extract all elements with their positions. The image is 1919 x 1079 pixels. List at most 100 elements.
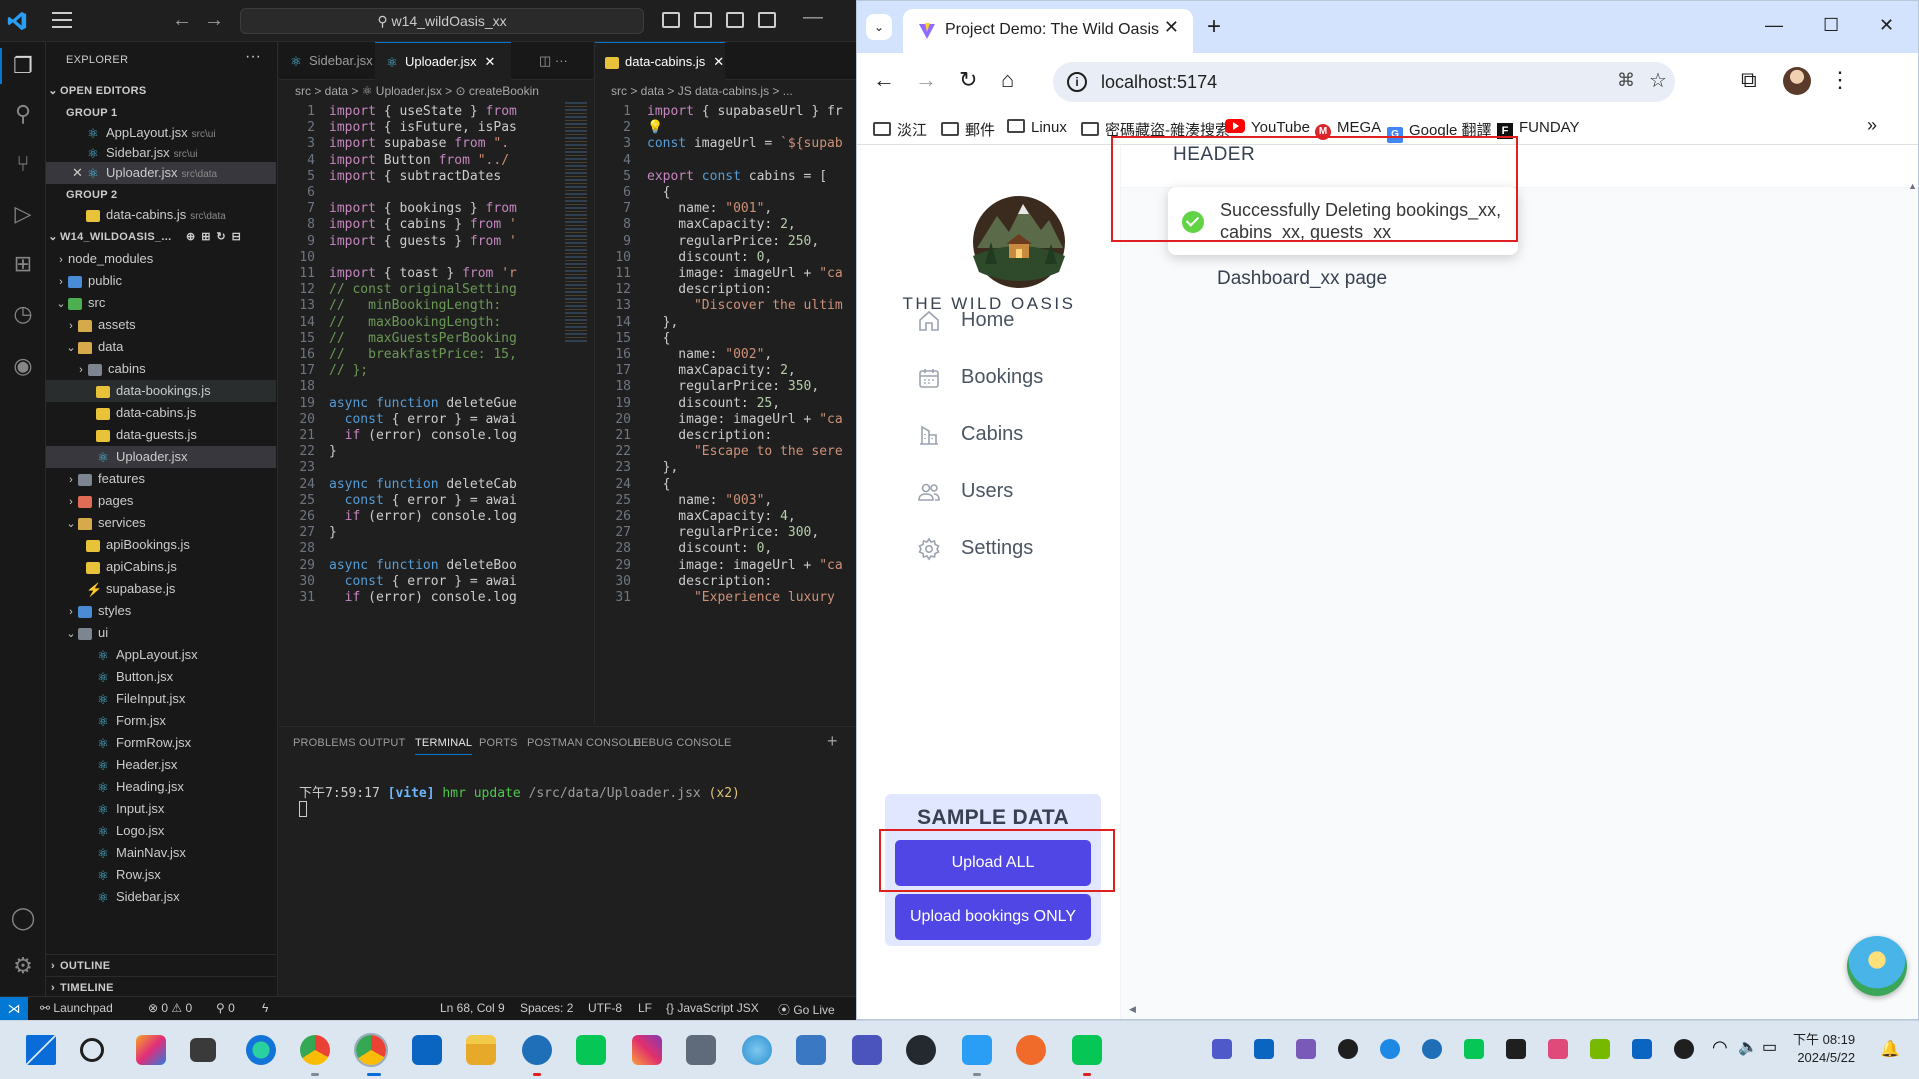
- onenote-tray-icon[interactable]: [1296, 1039, 1316, 1059]
- open-file-data-cabins[interactable]: data-cabins.js src\data: [46, 204, 276, 226]
- nav-users[interactable]: Users: [917, 472, 1107, 512]
- network-app-icon[interactable]: [742, 1035, 772, 1065]
- browser-tab[interactable]: Project Demo: The Wild Oasis ✕: [903, 9, 1193, 53]
- panel-tab-output[interactable]: OUTPUT: [359, 737, 405, 749]
- grammarly-tray-icon[interactable]: [1338, 1039, 1358, 1059]
- clock-app-icon[interactable]: [522, 1035, 552, 1065]
- forward-arrow-icon[interactable]: →: [915, 67, 937, 93]
- tree-ui[interactable]: ⌄ ui: [46, 622, 276, 644]
- tree-services[interactable]: ⌄ services: [46, 512, 276, 534]
- close-tab-icon[interactable]: ✕: [1164, 17, 1179, 38]
- tree-data-bookings[interactable]: data-bookings.js: [46, 380, 276, 402]
- tree-supabase[interactable]: ⚡ supabase.js: [46, 578, 276, 600]
- search-icon[interactable]: ⚲: [9, 100, 37, 128]
- tree-file[interactable]: ⚛ Logo.jsx: [46, 820, 276, 842]
- tab-data-cabins[interactable]: data-cabins.js ✕: [595, 42, 725, 80]
- bookmark-youtube[interactable]: YouTube: [1225, 119, 1310, 136]
- tree-data[interactable]: ⌄ data: [46, 336, 276, 358]
- status-launchpad[interactable]: ⚯ Launchpad: [40, 1001, 113, 1015]
- group2-label[interactable]: GROUP 2: [46, 184, 276, 206]
- start-windows-icon[interactable]: [26, 1035, 56, 1065]
- panel-tab-postman-console[interactable]: POSTMAN CONSOLE: [527, 737, 641, 749]
- task-view-icon[interactable]: [190, 1038, 216, 1062]
- upload-bookings-button[interactable]: Upload bookings ONLY: [895, 894, 1091, 940]
- calculator-icon[interactable]: [686, 1035, 716, 1065]
- bookmark-folder[interactable]: 郵件: [941, 119, 995, 140]
- address-bar[interactable]: i localhost:5174 ⌘ ☆: [1053, 62, 1675, 102]
- status-golive[interactable]: ⦿ Go Live: [778, 1001, 835, 1018]
- breadcrumb[interactable]: src > data > JS data-cabins.js > ...: [595, 80, 856, 102]
- tree-file[interactable]: ⚛ Form.jsx: [46, 710, 276, 732]
- snowflake-app-icon[interactable]: [796, 1035, 826, 1065]
- command-center-search[interactable]: ⚲ w14_wildOasis_xx: [240, 8, 644, 34]
- breadcrumb[interactable]: src > data > ⚛ Uploader.jsx > ⊙ createBo…: [279, 80, 593, 102]
- tree-file[interactable]: ⚛ Sidebar.jsx: [46, 886, 276, 908]
- wifi-icon[interactable]: ◠: [1712, 1037, 1728, 1058]
- extensions-puzzle-icon[interactable]: ⧉: [1741, 67, 1757, 93]
- outlook-icon[interactable]: [412, 1035, 442, 1065]
- back-arrow-icon[interactable]: ←: [172, 9, 192, 32]
- profile-avatar[interactable]: [1783, 67, 1811, 95]
- security-tray-icon[interactable]: [1632, 1039, 1652, 1059]
- tree-file[interactable]: ⚛ Button.jsx: [46, 666, 276, 688]
- forward-arrow-icon[interactable]: →: [204, 9, 224, 32]
- minimize-icon[interactable]: —: [803, 6, 823, 29]
- scroll-left-arrow-icon[interactable]: ◀: [1129, 1004, 1136, 1015]
- nav-home[interactable]: Home: [917, 301, 1107, 341]
- run-debug-icon[interactable]: ▷: [9, 200, 37, 228]
- copilot-icon[interactable]: [136, 1035, 166, 1065]
- tree-file[interactable]: ⚛ Header.jsx: [46, 754, 276, 776]
- source-control-icon[interactable]: ⑂: [9, 150, 37, 178]
- nvidia-tray-icon[interactable]: [1590, 1039, 1610, 1059]
- battery-icon[interactable]: ▭: [1762, 1037, 1777, 1057]
- tree-file[interactable]: ⚛ FileInput.jsx: [46, 688, 276, 710]
- status-ports[interactable]: ⚲ 0: [216, 1001, 235, 1015]
- project-root[interactable]: ⌄ W14_WILDOASIS_... ⊕⊞↻⊟: [46, 226, 276, 248]
- tree-apibookings[interactable]: apiBookings.js: [46, 534, 276, 556]
- status-eol[interactable]: LF: [638, 1001, 652, 1015]
- timeline-icon[interactable]: ◷: [9, 300, 37, 328]
- close-icon[interactable]: ✕: [713, 54, 724, 69]
- status-problems[interactable]: ⊗ 0 ⚠ 0: [148, 1001, 192, 1015]
- tab-sidebar[interactable]: ⚛ Sidebar.jsx: [279, 42, 375, 80]
- teams-new-icon[interactable]: [852, 1035, 882, 1065]
- tree-data-guests[interactable]: data-guests.js: [46, 424, 276, 446]
- tree-cabins[interactable]: › cabins: [46, 358, 276, 380]
- close-icon[interactable]: ✕: [72, 162, 86, 184]
- line-tray-icon[interactable]: [1464, 1039, 1484, 1059]
- github-icon[interactable]: [906, 1035, 936, 1065]
- chrome-icon[interactable]: [300, 1035, 330, 1065]
- vscode-icon[interactable]: [962, 1035, 992, 1065]
- tree-styles[interactable]: › styles: [46, 600, 276, 622]
- bookmark-folder[interactable]: Linux: [1007, 119, 1067, 136]
- site-info-icon[interactable]: i: [1067, 72, 1087, 92]
- search-icon[interactable]: [80, 1038, 104, 1062]
- extensions-icon[interactable]: ⊞: [9, 250, 37, 278]
- outline-section[interactable]: › OUTLINE: [46, 954, 276, 976]
- tree-node_modules[interactable]: › node_modules: [46, 248, 276, 270]
- tab-search-icon[interactable]: ⌄: [866, 14, 892, 40]
- audio-tray-icon[interactable]: [1548, 1039, 1568, 1059]
- bookmark-folder[interactable]: 淡江: [873, 119, 927, 140]
- postman-icon[interactable]: ◉: [9, 352, 37, 380]
- group1-label[interactable]: GROUP 1: [46, 102, 276, 124]
- menu-icon[interactable]: [52, 12, 72, 28]
- status-position[interactable]: Ln 68, Col 9: [440, 1001, 505, 1015]
- tree-assets[interactable]: › assets: [46, 314, 276, 336]
- minimap[interactable]: [565, 102, 587, 342]
- nav-cabins[interactable]: Cabins: [917, 415, 1107, 455]
- new-terminal-icon[interactable]: +: [827, 731, 838, 752]
- outlook-tray-icon[interactable]: [1254, 1039, 1274, 1059]
- home-icon[interactable]: ⌂: [1001, 67, 1014, 93]
- terminal-output[interactable]: 下午7:59:17 [vite] hmr update /src/data/Up…: [299, 782, 740, 801]
- chrome-profile-icon[interactable]: [354, 1033, 388, 1067]
- panel-tab-ports[interactable]: PORTS: [479, 737, 518, 749]
- teams-tray-icon[interactable]: [1212, 1039, 1232, 1059]
- status-sync-icon[interactable]: ϟ: [262, 1001, 268, 1015]
- toggle-panel-icon[interactable]: [694, 12, 712, 28]
- translate-icon[interactable]: ⌘: [1617, 70, 1635, 91]
- explorer-icon[interactable]: ❐: [9, 52, 37, 80]
- close-tray-icon[interactable]: [1674, 1039, 1694, 1059]
- tree-apicabins[interactable]: apiCabins.js: [46, 556, 276, 578]
- tree-features[interactable]: › features: [46, 468, 276, 490]
